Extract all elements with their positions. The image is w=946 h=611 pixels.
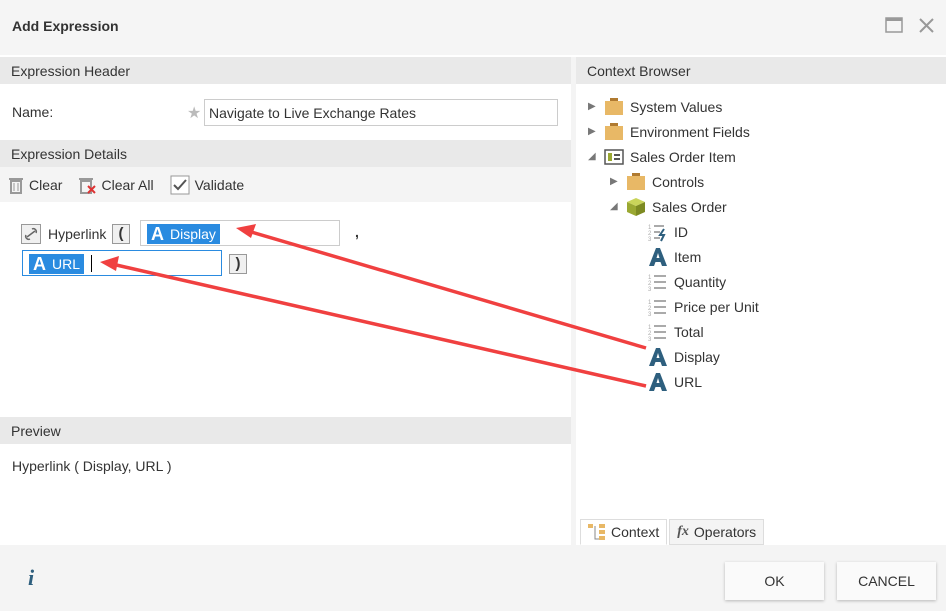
close-paren[interactable]: ) <box>229 254 247 274</box>
tree-node-display[interactable]: Display <box>588 344 946 369</box>
hyperlink-icon <box>21 224 41 244</box>
required-icon: ★ <box>187 105 202 122</box>
expand-arrow-icon[interactable]: ▶ <box>588 101 598 112</box>
svg-text:3: 3 <box>648 312 652 317</box>
folder-icon <box>626 172 646 191</box>
validate-button[interactable]: Validate <box>170 175 245 195</box>
tree-node-label: Total <box>674 323 704 340</box>
preview-heading: Preview <box>0 417 571 444</box>
expand-arrow-icon[interactable]: ▶ <box>588 126 598 137</box>
folder-icon <box>604 122 624 141</box>
clear-button[interactable]: Clear <box>8 176 62 194</box>
url-token[interactable]: A URL <box>29 253 85 274</box>
smartobject-icon <box>626 197 646 217</box>
context-browser-heading: Context Browser <box>576 57 946 84</box>
ok-button[interactable]: OK <box>725 562 824 600</box>
tree-node-controls[interactable]: ▶ Controls <box>588 169 946 194</box>
token-label: URL <box>52 256 81 272</box>
preview-text: Hyperlink ( Display, URL ) <box>12 458 172 474</box>
folder-icon <box>604 97 624 116</box>
tree-node-label: Quantity <box>674 273 727 290</box>
trash-icon <box>9 177 23 194</box>
display-token[interactable]: A Display <box>147 224 220 244</box>
number-icon: 123 <box>648 297 668 317</box>
toolbar: Clear Clear All Validate <box>0 167 571 202</box>
tree-node-quantity[interactable]: 1 2 3 Quantity <box>588 269 946 294</box>
expand-arrow-icon[interactable]: ▶ <box>610 176 620 187</box>
tree-node-label: Sales Order <box>652 198 727 215</box>
expression-pane: Expression Header Name: ★ Expression Det… <box>0 57 571 545</box>
tree-node-id[interactable]: 1 2 3 ID <box>588 219 946 244</box>
token-label: Display <box>170 226 216 242</box>
tree-node-label: Environment Fields <box>630 123 750 140</box>
autonumber-icon: 123 <box>648 222 668 242</box>
svg-text:3: 3 <box>648 337 652 342</box>
tree-node-label: Display <box>674 348 720 365</box>
clear-all-button[interactable]: Clear All <box>78 176 154 194</box>
open-paren[interactable]: ( <box>112 224 130 244</box>
collapse-arrow-icon[interactable]: ◢ <box>588 151 598 162</box>
tab-context[interactable]: Context <box>580 519 668 545</box>
tree-node-label: Item <box>674 248 702 265</box>
trash-x-icon <box>79 177 97 194</box>
tree-node-environment-fields[interactable]: ▶ Environment Fields <box>588 119 946 144</box>
argument-slot-1[interactable]: A Display <box>140 220 340 246</box>
clear-label: Clear <box>29 176 63 193</box>
tree-node-label: Price per Unit <box>674 298 759 315</box>
number-icon: 123 <box>648 272 668 292</box>
text-field-icon: A <box>33 253 46 274</box>
info-icon[interactable]: i <box>28 565 34 591</box>
clear-all-label: Clear All <box>101 176 154 193</box>
title-bar: Add Expression <box>0 0 946 55</box>
tree-node-price-per-unit[interactable]: 1 2 3 Price per Unit <box>588 294 946 319</box>
tab-operators[interactable]: fx Operators <box>669 519 765 545</box>
text-icon <box>648 347 668 367</box>
tree-node-sales-order-item[interactable]: ◢ Sales Order Item <box>588 144 946 169</box>
text-cursor <box>91 255 92 272</box>
expression-details-heading: Expression Details <box>0 140 571 167</box>
tree-node-label: System Values <box>630 98 723 115</box>
svg-text:3: 3 <box>648 287 652 292</box>
context-tree-icon <box>588 524 605 540</box>
tree-node-system-values[interactable]: ▶ System Values <box>588 94 946 119</box>
fx-icon: fx <box>677 524 689 539</box>
close-icon <box>919 18 934 33</box>
argument-slot-2[interactable]: A URL <box>22 250 222 276</box>
name-label: Name: <box>12 104 54 120</box>
tree-node-total[interactable]: 1 2 3 Total <box>588 319 946 344</box>
svg-text:3: 3 <box>648 237 652 242</box>
preview-section: Preview Hyperlink ( Display, URL ) <box>0 417 571 488</box>
text-icon <box>648 247 668 267</box>
tree-node-label: Sales Order Item <box>630 148 736 165</box>
form-icon <box>604 148 624 165</box>
validate-label: Validate <box>194 176 245 193</box>
text-field-icon: A <box>151 223 164 244</box>
tree-node-item[interactable]: Item <box>588 244 946 269</box>
dialog-title: Add Expression <box>12 18 119 34</box>
tree-node-label: URL <box>674 373 703 390</box>
expression-editor[interactable]: Hyperlink ( A Display , A URL ) <box>0 202 571 417</box>
tree-node-label: ID <box>674 223 688 240</box>
context-tree: ▶ System Values ▶ Environment Fields ◢ Sales … <box>576 84 946 394</box>
collapse-arrow-icon[interactable]: ◢ <box>610 201 620 212</box>
text-icon <box>648 372 668 392</box>
close-button[interactable] <box>918 17 935 37</box>
number-icon: 123 <box>648 322 668 342</box>
maximize-button[interactable] <box>885 17 903 36</box>
tree-node-url[interactable]: URL <box>588 369 946 394</box>
maximize-icon <box>885 17 903 33</box>
tab-label: Context <box>611 524 660 540</box>
cancel-button[interactable]: CANCEL <box>837 562 936 600</box>
tree-node-sales-order[interactable]: ◢ Sales Order <box>588 194 946 219</box>
tree-node-label: Controls <box>652 173 705 190</box>
comma: , <box>355 224 359 240</box>
expression-header-heading: Expression Header <box>0 57 571 84</box>
name-input[interactable] <box>204 99 558 126</box>
context-browser: Context Browser ▶ System Values ▶ Environme… <box>576 57 946 545</box>
function-name: Hyperlink <box>48 226 107 242</box>
footer: i OK CANCEL <box>0 545 946 611</box>
checkbox-check-icon <box>170 175 190 194</box>
tab-label: Operators <box>693 524 757 540</box>
